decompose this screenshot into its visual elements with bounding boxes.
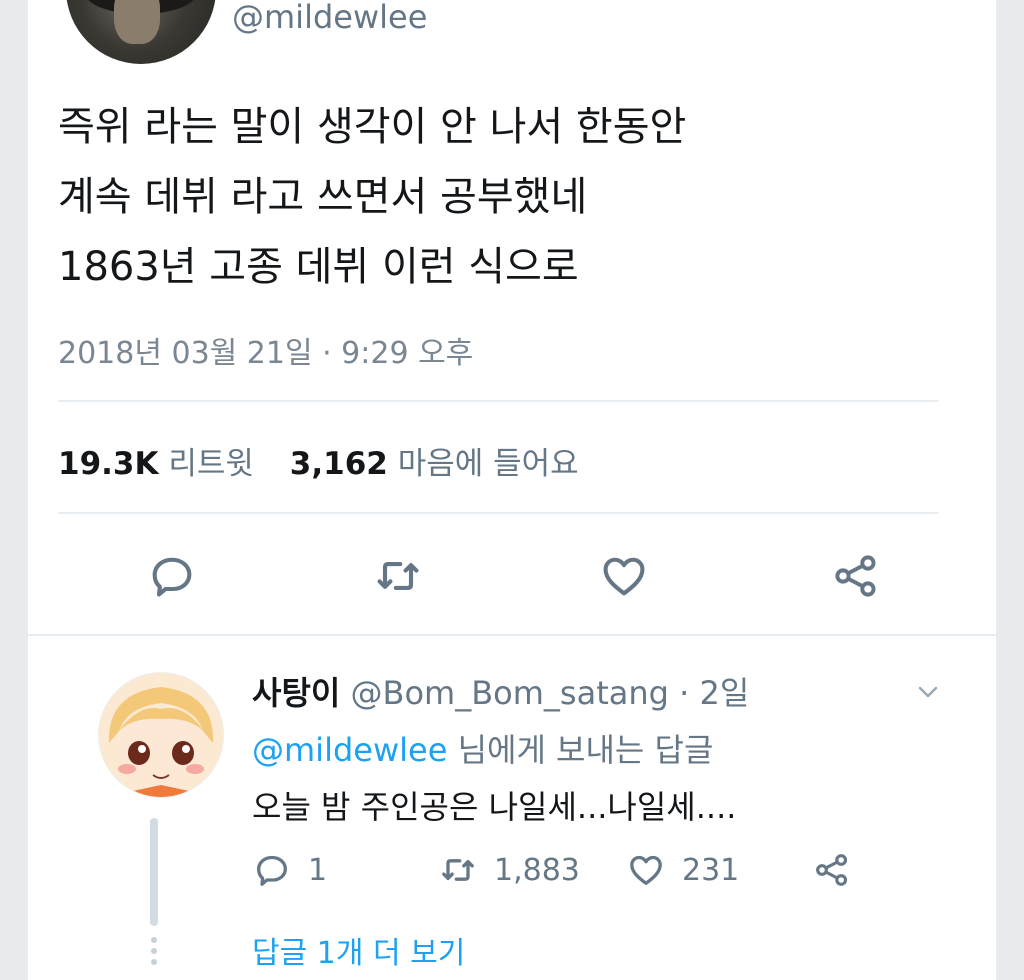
- reply-button[interactable]: [146, 550, 198, 602]
- like-button[interactable]: [598, 550, 650, 602]
- retweet-count[interactable]: 19.3K: [58, 446, 159, 482]
- reply-handle[interactable]: @Bom_Bom_satang: [351, 674, 669, 712]
- reply-share-button[interactable]: [812, 850, 868, 890]
- tweet-stats: 19.3K 리트윗 3,162 마음에 들어요: [58, 438, 605, 483]
- reply-time[interactable]: · 2일: [679, 674, 749, 712]
- like-label[interactable]: 마음에 들어요: [398, 446, 579, 482]
- reply-avatar[interactable]: [98, 672, 224, 798]
- author-handle[interactable]: @mildewlee: [232, 0, 427, 36]
- reply-like-button[interactable]: 231: [626, 850, 739, 890]
- share-icon: [816, 854, 848, 886]
- reply-like-count: 231: [682, 852, 740, 888]
- like-count[interactable]: 3,162: [290, 446, 388, 482]
- reply-to-line: @mildewlee 님에게 보내는 답글: [252, 725, 713, 771]
- reply-display-name[interactable]: 사탕이: [252, 674, 340, 712]
- show-more-replies-link[interactable]: 답글 1개 더 보기: [252, 928, 465, 972]
- retweet-icon: [442, 859, 474, 881]
- chevron-down-icon: [918, 686, 938, 698]
- share-button[interactable]: [830, 550, 882, 602]
- more-options-button[interactable]: [912, 680, 944, 704]
- thread-line: [150, 818, 158, 926]
- divider: [58, 400, 938, 402]
- divider: [58, 512, 938, 514]
- reply-retweet-button[interactable]: 1,883: [438, 850, 580, 890]
- reply-header: 사탕이 @Bom_Bom_satang · 2일: [252, 668, 749, 714]
- reply-retweet-count: 1,883: [494, 852, 580, 888]
- reply-reply-button[interactable]: 1: [252, 850, 327, 890]
- retweet-label[interactable]: 리트윗: [168, 446, 254, 482]
- tweet-timestamp[interactable]: 2018년 03월 21일 · 9:29 오후: [58, 328, 473, 372]
- comment-icon: [152, 557, 192, 597]
- heart-icon: [630, 855, 662, 885]
- share-icon: [835, 555, 876, 597]
- comment-icon: [257, 855, 287, 886]
- heart-icon: [603, 557, 645, 596]
- reply-to-mention[interactable]: @mildewlee: [252, 731, 447, 769]
- tweet-text: 즉위 라는 말이 생각이 안 나서 한동안 계속 데뷔 라고 쓰면서 공부했네 …: [58, 104, 687, 290]
- retweet-icon: [377, 562, 419, 590]
- retweet-button[interactable]: [372, 550, 424, 602]
- reply-text: 오늘 밤 주인공은 나일세...나일세....: [252, 788, 737, 826]
- divider: [28, 634, 996, 636]
- reply-to-suffix: 님에게 보내는 답글: [457, 731, 714, 769]
- reply-reply-count: 1: [308, 852, 328, 888]
- thread-dots: [150, 934, 158, 970]
